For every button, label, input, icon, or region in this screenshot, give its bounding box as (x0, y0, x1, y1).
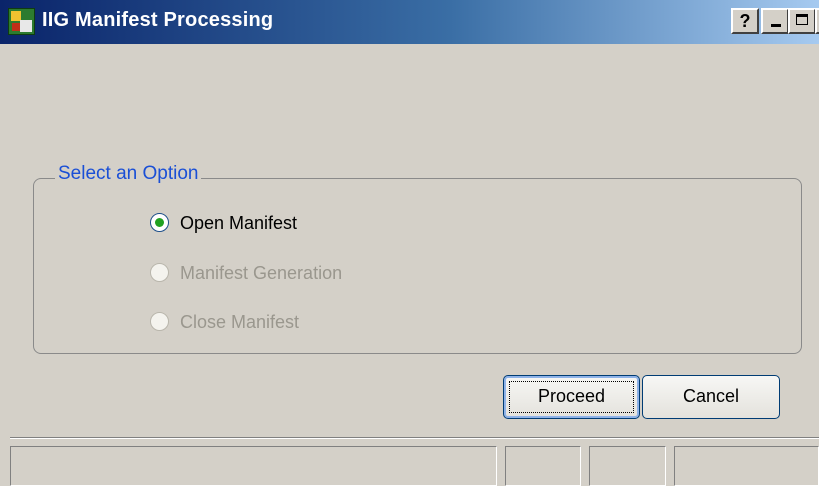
maximize-icon (796, 14, 808, 25)
status-pane-4 (674, 446, 819, 486)
proceed-label: Proceed (537, 386, 606, 406)
cancel-label: Cancel (682, 386, 740, 406)
status-separator-highlight (10, 438, 819, 439)
option-group (33, 178, 802, 354)
radio-label: Manifest Generation (180, 263, 343, 283)
manifest-dialog: IIG Manifest Processing ? X Select an Op… (0, 0, 819, 486)
radio-selected-dot (155, 218, 164, 227)
title-bar[interactable]: IIG Manifest Processing ? X (0, 0, 819, 44)
proceed-button[interactable]: Proceed (503, 375, 640, 419)
maximize-button[interactable] (788, 8, 816, 34)
radio-label: Open Manifest (180, 213, 298, 233)
radio-button[interactable] (150, 213, 169, 232)
radio-label: Close Manifest (180, 312, 300, 332)
cancel-button[interactable]: Cancel (642, 375, 780, 419)
radio-button[interactable] (150, 263, 169, 282)
minimize-button[interactable] (761, 8, 789, 34)
option-group-title: Select an Option (55, 163, 202, 185)
window-title: IIG Manifest Processing (42, 9, 274, 31)
status-pane-2 (505, 446, 581, 486)
minimize-icon (771, 24, 781, 27)
close-button[interactable]: X (815, 8, 819, 34)
status-pane-3 (589, 446, 666, 486)
radio-button[interactable] (150, 312, 169, 331)
status-pane-1 (10, 446, 497, 486)
help-button[interactable]: ? (731, 8, 759, 34)
app-icon[interactable] (8, 8, 35, 35)
help-icon: ? (739, 11, 751, 31)
